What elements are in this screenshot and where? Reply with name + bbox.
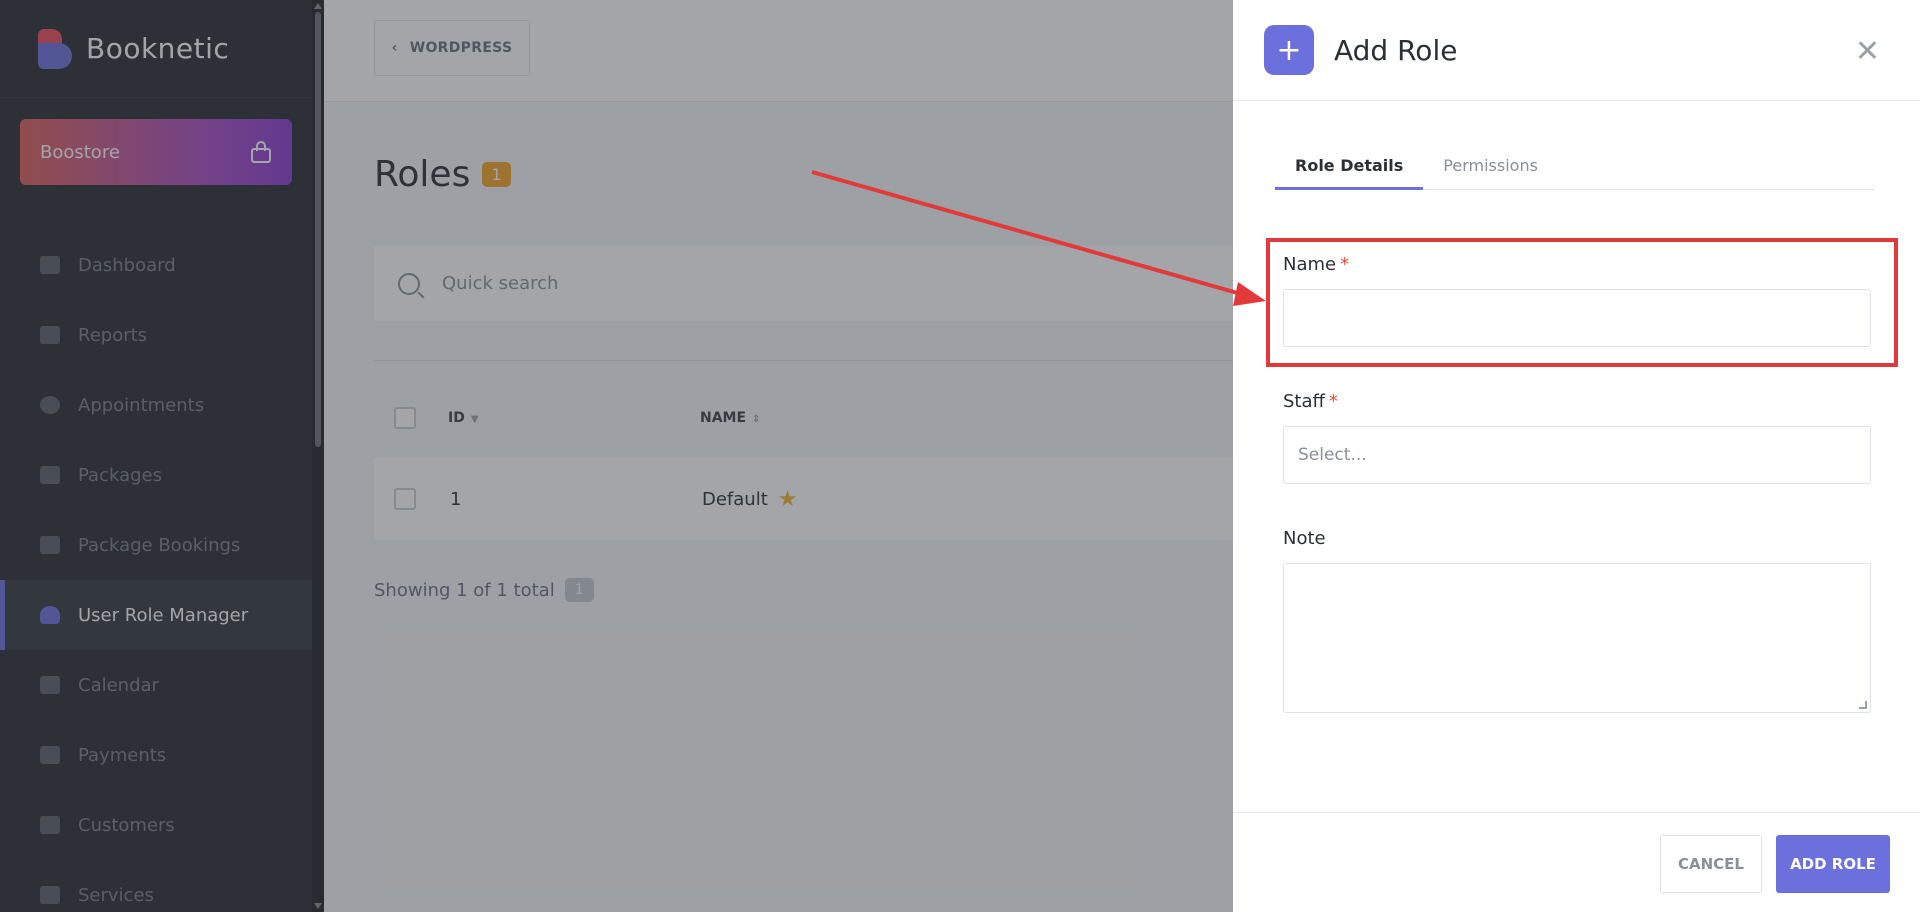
tab-permissions[interactable]: Permissions [1423, 150, 1558, 190]
drawer-header: + Add Role ✕ [1233, 0, 1920, 101]
name-label-text: Name [1283, 254, 1337, 275]
required-mark: * [1328, 391, 1338, 412]
tab-role-details[interactable]: Role Details [1275, 150, 1424, 190]
modal-overlay[interactable] [0, 0, 1233, 912]
close-icon[interactable]: ✕ [1855, 34, 1880, 69]
drawer-title: Add Role [1334, 33, 1458, 67]
cancel-button[interactable]: CANCEL [1660, 835, 1762, 893]
note-textarea[interactable] [1283, 563, 1871, 713]
plus-icon: + [1264, 25, 1314, 75]
staff-label: Staff * [1283, 391, 1338, 412]
note-label-text: Note [1283, 528, 1326, 549]
name-input[interactable] [1283, 289, 1871, 347]
resize-handle-icon[interactable] [1859, 701, 1867, 709]
staff-placeholder: Select... [1298, 445, 1367, 465]
name-label: Name * [1283, 254, 1349, 275]
required-mark: * [1340, 254, 1350, 275]
staff-select[interactable]: Select... [1283, 426, 1871, 484]
note-label: Note [1283, 528, 1326, 549]
add-role-drawer: + Add Role ✕ Role Details Permissions Na… [1233, 0, 1920, 912]
staff-label-text: Staff [1283, 391, 1325, 412]
add-role-button[interactable]: ADD ROLE [1776, 835, 1890, 893]
drawer-footer: CANCEL ADD ROLE [1233, 812, 1920, 912]
drawer-tabs: Role Details Permissions [1275, 150, 1875, 190]
